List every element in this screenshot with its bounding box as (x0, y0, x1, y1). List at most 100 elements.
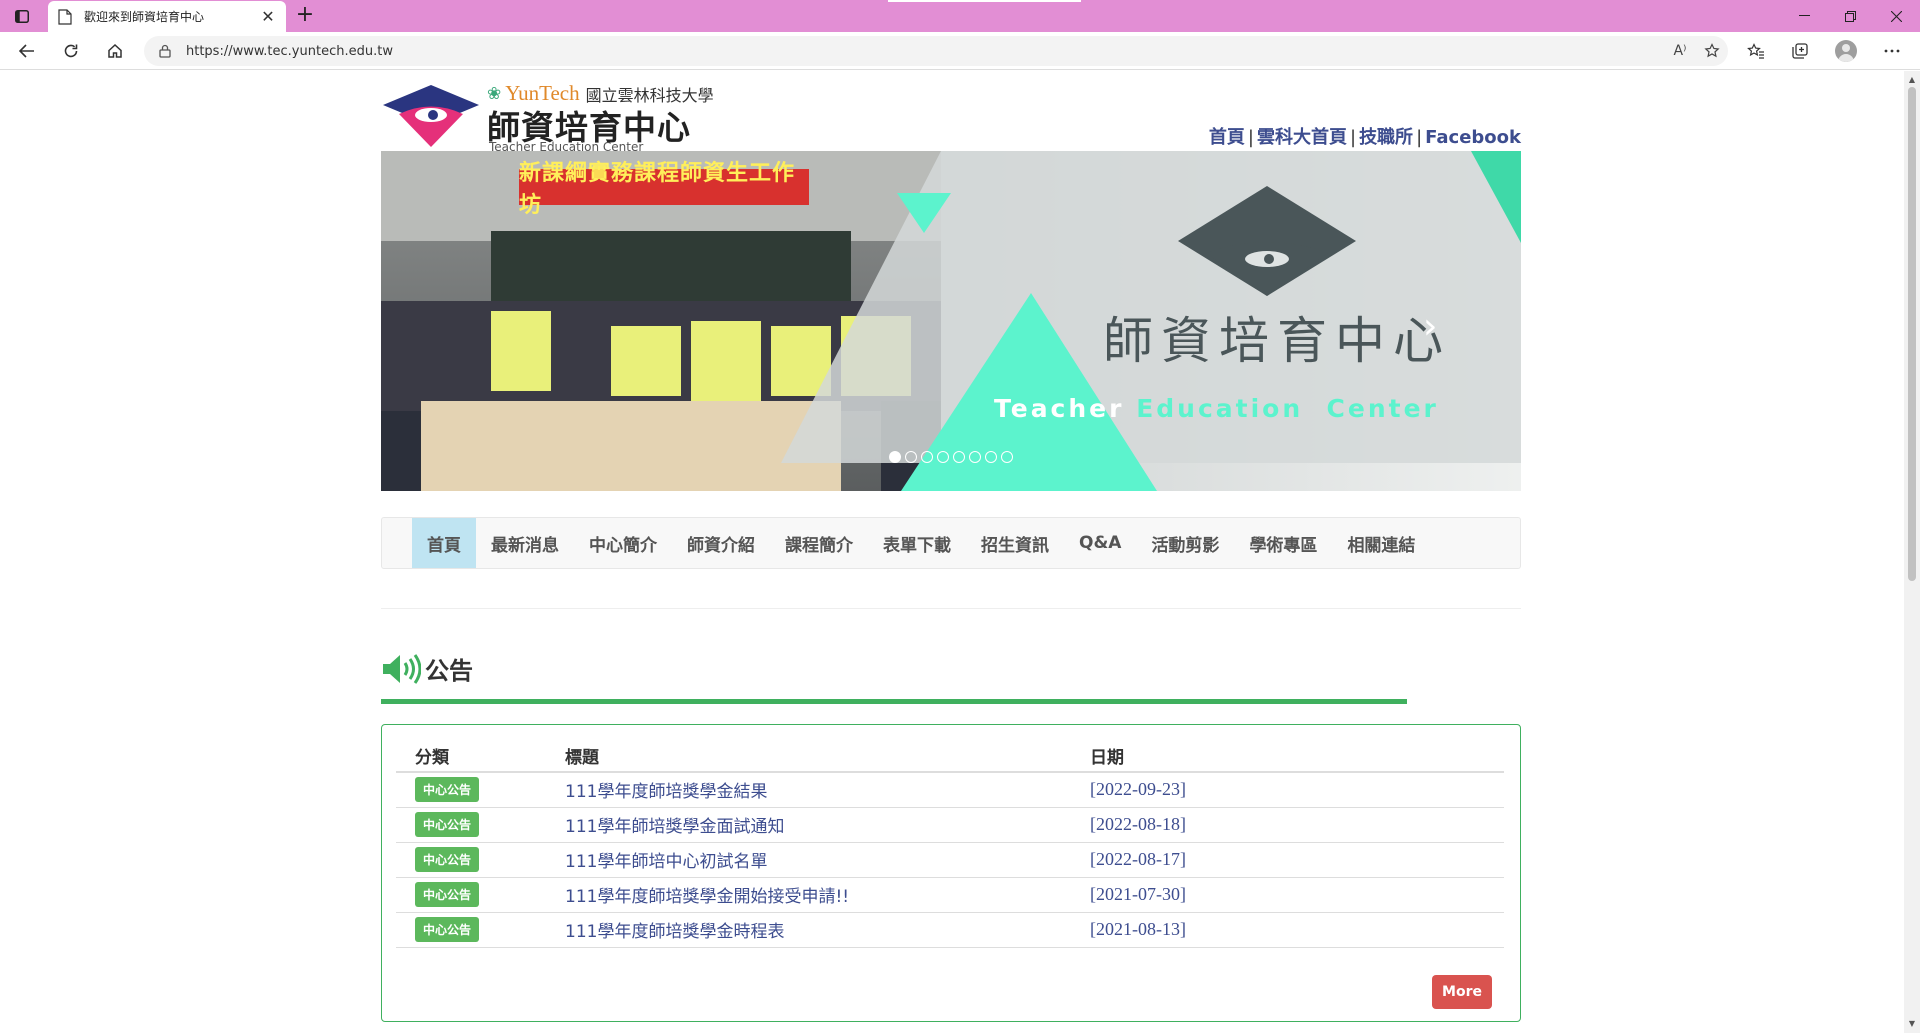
site-logo[interactable]: ❀ YunTech 國立雲林科技大學 師資培育中心 Teacher Educat… (381, 81, 741, 154)
scrollbar-thumb[interactable] (1908, 87, 1916, 581)
banner-title: 師資培育中心 (1103, 312, 1451, 370)
window-drag-area (888, 0, 1081, 2)
announcement-date: [2021-08-13] (1090, 919, 1186, 939)
date-cell: [2021-07-30] (1071, 877, 1504, 913)
title-cell: 111學年度師培獎學金時程表 (546, 912, 1071, 948)
announcements-table: 分類 標題 日期 中心公告 111學年度師培獎學金結果 [2022-09-23] 中心… (396, 739, 1504, 948)
column-header-title: 標題 (546, 739, 1071, 773)
nav-item[interactable]: Q&A (1064, 518, 1136, 568)
refresh-icon[interactable] (56, 37, 86, 65)
url-text[interactable]: https://www.tec.yuntech.edu.tw (186, 44, 1664, 59)
scroll-down-icon[interactable]: ▼ (1907, 1019, 1917, 1029)
home-icon[interactable] (100, 37, 130, 65)
category-badge: 中心公告 (415, 917, 480, 942)
top-links: 首頁 | 雲科大首頁 | 技職所 | Facebook (1209, 123, 1521, 149)
announcement-link[interactable]: 111學年師培獎學金面試通知 (565, 817, 784, 837)
category-cell: 中心公告 (396, 877, 546, 913)
column-header-date: 日期 (1071, 739, 1504, 773)
close-window-icon[interactable] (1874, 0, 1918, 32)
tab-title: 歡迎來到師資培育中心 (84, 10, 205, 24)
title-cell: 111學年度師培獎學金結果 (546, 772, 1071, 808)
back-icon[interactable] (12, 37, 42, 65)
category-cell: 中心公告 (396, 772, 546, 808)
more-menu-icon[interactable] (1876, 37, 1908, 65)
tab-actions-icon[interactable] (12, 7, 32, 25)
page-viewport: ❀ YunTech 國立雲林科技大學 師資培育中心 Teacher Educat… (0, 71, 1920, 1033)
announcement-date: [2022-09-23] (1090, 779, 1186, 800)
date-cell: [2021-08-13] (1071, 912, 1504, 948)
nav-item[interactable]: 課程簡介 (770, 518, 868, 568)
banner-english-title: Teacher Education Center (994, 394, 1439, 423)
nav-item[interactable]: 中心簡介 (574, 518, 672, 568)
nav-item[interactable]: 師資介紹 (672, 518, 770, 568)
link-vocational-institute[interactable]: 技職所 (1359, 127, 1413, 148)
speaker-icon (383, 653, 421, 684)
category-badge: 中心公告 (415, 882, 480, 907)
table-row: 中心公告 111學年師培中心初試名單 [2022-08-17] (396, 842, 1504, 878)
announcement-date: [2022-08-18] (1090, 814, 1186, 834)
carousel-dot[interactable] (889, 451, 901, 463)
nav-item[interactable]: 學術專區 (1234, 518, 1332, 568)
favorites-icon[interactable] (1740, 37, 1772, 65)
date-cell: [2022-09-23] (1071, 772, 1504, 808)
page-icon (58, 8, 72, 25)
banner-photo-caption: 新課綱實務課程師資生工作坊 (519, 161, 809, 218)
link-home[interactable]: 首頁 (1209, 127, 1245, 148)
banner-english-word1: Teacher (994, 394, 1125, 423)
collections-icon[interactable] (1784, 37, 1816, 65)
new-tab-button[interactable]: + (292, 4, 318, 28)
close-tab-icon[interactable]: ✕ (260, 8, 276, 25)
carousel-dot[interactable] (953, 451, 965, 463)
link-yuntech-home[interactable]: 雲科大首頁 (1257, 127, 1347, 148)
announcement-link[interactable]: 111學年度師培獎學金開始接受申請!! (565, 887, 849, 907)
main-nav: 首頁 最新消息 中心簡介 師資介紹 課程簡介 表單下載 招生資訊 Q&A 活動剪影 學術專區 相關連… (381, 517, 1521, 569)
profile-button[interactable] (1830, 37, 1862, 65)
carousel-dot[interactable] (921, 451, 933, 463)
minimize-icon[interactable] (1782, 0, 1826, 32)
address-bar[interactable]: https://www.tec.yuntech.edu.tw A⁾ (144, 36, 1728, 66)
nav-item[interactable]: 最新消息 (476, 518, 574, 568)
add-favorite-icon[interactable] (1696, 37, 1728, 65)
page-scrollbar[interactable]: ▲ ▼ (1904, 71, 1920, 1033)
category-cell: 中心公告 (396, 912, 546, 948)
carousel-next-icon[interactable]: › (1423, 306, 1437, 347)
announcement-link[interactable]: 111學年度師培獎學金結果 (565, 782, 767, 802)
nav-item[interactable]: 表單下載 (868, 518, 966, 568)
table-row: 中心公告 111學年度師培獎學金時程表 [2021-08-13] (396, 912, 1504, 948)
browser-titlebar: 歡迎來到師資培育中心 ✕ + (0, 0, 1920, 32)
announcement-link[interactable]: 111學年度師培獎學金時程表 (565, 922, 784, 942)
link-facebook[interactable]: Facebook (1425, 127, 1521, 148)
date-cell: [2022-08-18] (1071, 807, 1504, 843)
restore-icon[interactable] (1828, 0, 1872, 32)
carousel-dot[interactable] (969, 451, 981, 463)
nav-item[interactable]: 活動剪影 (1136, 518, 1234, 568)
title-cell: 111學年師培中心初試名單 (546, 842, 1071, 878)
carousel-dot[interactable] (905, 451, 917, 463)
carousel-dot[interactable] (937, 451, 949, 463)
nav-item[interactable]: 招生資訊 (966, 518, 1064, 568)
table-row: 中心公告 111學年師培獎學金面試通知 [2022-08-18] (396, 807, 1504, 843)
scroll-up-icon[interactable]: ▲ (1907, 75, 1917, 85)
announcements-heading: 公告 (381, 651, 473, 686)
graduation-cap-logo-icon (383, 85, 479, 147)
lock-icon[interactable] (158, 44, 172, 58)
nav-item[interactable]: 首頁 (412, 518, 476, 568)
category-cell: 中心公告 (396, 807, 546, 843)
announcement-date: [2021-07-30] (1090, 884, 1186, 904)
title-cell: 111學年師培獎學金面試通知 (546, 807, 1071, 843)
category-badge: 中心公告 (415, 812, 480, 837)
table-row: 中心公告 111學年度師培獎學金結果 [2022-09-23] (396, 772, 1504, 808)
link-separator: | (1416, 127, 1423, 148)
browser-tab[interactable]: 歡迎來到師資培育中心 ✕ (48, 1, 286, 32)
category-badge: 中心公告 (415, 847, 480, 872)
banner-carousel[interactable]: 新課綱實務課程師資生工作坊 師資培育中心 Teacher Education C… (381, 151, 1521, 491)
carousel-dot[interactable] (1001, 451, 1013, 463)
avatar (1835, 40, 1857, 62)
more-button[interactable]: More (1432, 975, 1492, 1009)
read-aloud-icon[interactable]: A⁾ (1664, 37, 1696, 65)
link-separator: | (1247, 127, 1254, 148)
column-header-category: 分類 (396, 739, 546, 773)
carousel-dot[interactable] (985, 451, 997, 463)
nav-item[interactable]: 相關連結 (1332, 518, 1430, 568)
announcement-link[interactable]: 111學年師培中心初試名單 (565, 852, 767, 872)
